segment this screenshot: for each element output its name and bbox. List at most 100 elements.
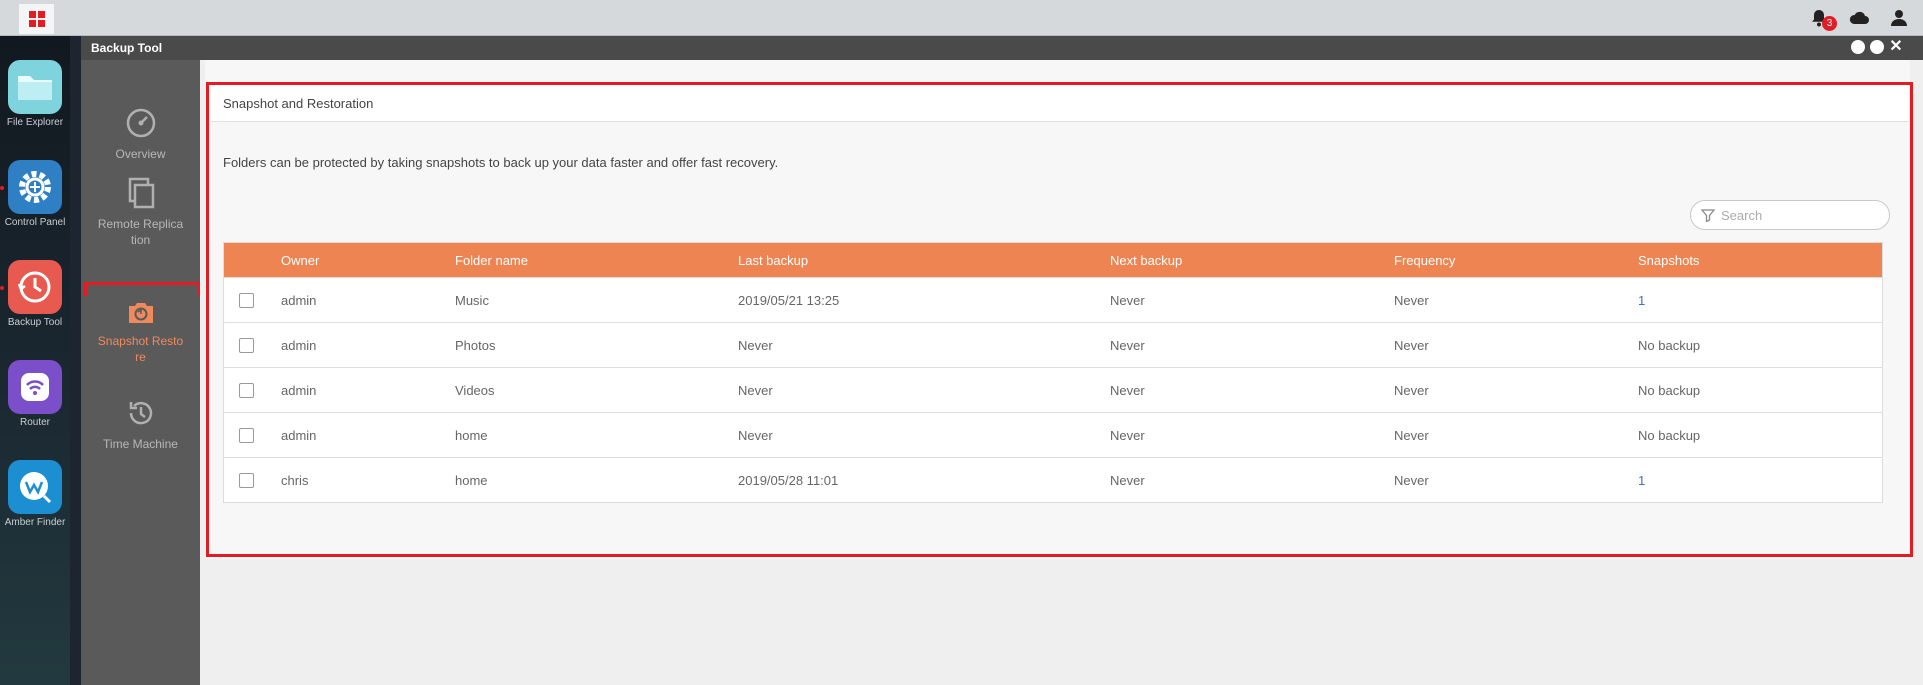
cell-owner: chris	[281, 472, 309, 488]
window-titlebar[interactable]: Backup Tool	[81, 36, 1923, 60]
cell-last-backup: 2019/05/21 13:25	[738, 292, 840, 308]
cell-next-backup: Never	[1110, 427, 1145, 443]
table-row[interactable]: admin Videos Never Never Never No backup	[224, 367, 1882, 412]
snapshot-content: Snapshot and Restoration Folders can be …	[205, 60, 1913, 559]
column-header-folder-name[interactable]: Folder name	[455, 253, 738, 268]
dock-item-backup-tool[interactable]: Backup Tool	[0, 260, 70, 328]
table-header: Owner Folder name Last backup Next backu…	[224, 243, 1882, 277]
dock-item-label: Backup Tool	[7, 317, 63, 328]
folder-icon	[8, 60, 62, 114]
copy-icon	[124, 176, 158, 210]
gauge-icon	[124, 106, 158, 140]
maximize-button[interactable]	[1870, 40, 1884, 54]
cloud-icon[interactable]	[1847, 6, 1871, 30]
cell-snapshots: No backup	[1638, 337, 1701, 353]
nav-overview[interactable]: Overview	[81, 106, 200, 162]
cell-owner: admin	[281, 337, 317, 353]
column-header-snapshots[interactable]: Snapshots	[1638, 253, 1882, 268]
row-checkbox[interactable]	[239, 382, 254, 398]
backup-sidenav: Overview Remote Replica tion Snapshot Re…	[81, 60, 201, 685]
snapshot-count-link[interactable]: 1	[1638, 293, 1882, 308]
notification-count-badge: 3	[1822, 16, 1837, 31]
backup-clock-icon	[8, 260, 62, 314]
cell-next-backup: Never	[1110, 382, 1145, 398]
gear-icon	[8, 160, 62, 214]
search-field[interactable]	[1690, 200, 1890, 230]
window-title: Backup Tool	[91, 41, 163, 55]
cell-folder-name: home	[455, 427, 488, 443]
cell-last-backup: 2019/05/28 11:01	[738, 472, 839, 488]
cell-folder-name: home	[455, 472, 488, 488]
cell-folder-name: Music	[455, 292, 489, 308]
window-controls: ✕	[1851, 39, 1903, 55]
cell-frequency: Never	[1394, 472, 1429, 488]
cell-next-backup: Never	[1110, 472, 1145, 488]
column-header-next-backup[interactable]: Next backup	[1110, 253, 1394, 268]
cell-owner: admin	[281, 382, 317, 398]
finder-icon	[8, 460, 62, 514]
nav-item-label: Time Machine	[103, 437, 178, 451]
column-header-frequency[interactable]: Frequency	[1394, 253, 1638, 268]
app-dock: File Explorer Control Panel Backup Tool …	[0, 36, 70, 685]
minimize-button[interactable]	[1851, 40, 1865, 54]
close-button[interactable]: ✕	[1889, 39, 1903, 55]
filter-icon	[1701, 209, 1715, 222]
nav-time-machine[interactable]: Time Machine	[81, 396, 200, 452]
dock-item-label: Amber Finder	[4, 517, 66, 528]
main-panel: Snapshot and Restoration Folders can be …	[200, 60, 1923, 685]
history-icon	[124, 396, 158, 430]
cell-last-backup: Never	[738, 427, 773, 443]
backup-tool-window: Backup Tool ✕ Overview Remote Replica ti…	[81, 36, 1923, 685]
table-row[interactable]: admin Photos Never Never Never No backup	[224, 322, 1882, 367]
cell-snapshots: No backup	[1638, 382, 1701, 398]
nav-item-label: Remote Replica tion	[97, 217, 184, 247]
table-row[interactable]: admin Music 2019/05/21 13:25 Never Never…	[224, 277, 1882, 322]
row-checkbox[interactable]	[239, 427, 254, 443]
nav-item-label: Overview	[115, 147, 166, 161]
cell-owner: admin	[281, 427, 317, 443]
nav-snapshot-restore[interactable]: Snapshot Resto re	[81, 296, 200, 365]
nav-remote-replication[interactable]: Remote Replica tion	[81, 176, 200, 248]
cell-folder-name: Photos	[455, 337, 496, 353]
snapshot-table: Owner Folder name Last backup Next backu…	[223, 242, 1883, 503]
cell-frequency: Never	[1394, 427, 1429, 443]
camera-icon	[124, 296, 158, 330]
start-menu-button[interactable]	[19, 4, 54, 34]
cell-next-backup: Never	[1110, 337, 1145, 353]
cell-owner: admin	[281, 292, 317, 308]
section-description: Folders can be protected by taking snaps…	[223, 155, 779, 170]
dock-item-label: Router	[19, 417, 50, 428]
cell-next-backup: Never	[1110, 292, 1145, 308]
cell-last-backup: Never	[738, 382, 773, 398]
notification-bell-icon[interactable]: 3	[1807, 6, 1837, 31]
row-checkbox[interactable]	[239, 472, 254, 488]
dock-item-router[interactable]: Router	[0, 360, 70, 428]
nav-item-label: Snapshot Resto re	[97, 334, 184, 364]
cell-snapshots: No backup	[1638, 427, 1701, 443]
snapshot-count-link[interactable]: 1	[1638, 473, 1882, 488]
cell-last-backup: Never	[738, 337, 773, 353]
column-header-last-backup[interactable]: Last backup	[738, 253, 1110, 268]
search-input[interactable]	[1721, 207, 1881, 223]
dock-item-control-panel[interactable]: Control Panel	[0, 160, 70, 228]
running-indicator	[0, 286, 4, 290]
cell-frequency: Never	[1394, 382, 1429, 398]
dock-item-label: Control Panel	[4, 217, 66, 228]
column-header-owner[interactable]: Owner	[281, 253, 455, 268]
dock-item-amber-finder[interactable]: Amber Finder	[0, 460, 70, 528]
wifi-icon	[8, 360, 62, 414]
tray-icons: 3	[1807, 6, 1911, 31]
top-taskbar: 3	[0, 0, 1923, 36]
dock-item-file-explorer[interactable]: File Explorer	[0, 60, 70, 128]
cell-frequency: Never	[1394, 337, 1429, 353]
dock-item-label: File Explorer	[6, 117, 64, 128]
row-checkbox[interactable]	[239, 292, 254, 308]
table-row[interactable]: admin home Never Never Never No backup	[224, 412, 1882, 457]
section-title: Snapshot and Restoration	[211, 85, 1909, 122]
running-indicator	[0, 186, 4, 190]
row-checkbox[interactable]	[239, 337, 254, 353]
cell-frequency: Never	[1394, 292, 1429, 308]
user-account-icon[interactable]	[1887, 6, 1911, 30]
table-row[interactable]: chris home 2019/05/28 11:01 Never Never …	[224, 457, 1882, 502]
grid-icon	[28, 11, 45, 27]
